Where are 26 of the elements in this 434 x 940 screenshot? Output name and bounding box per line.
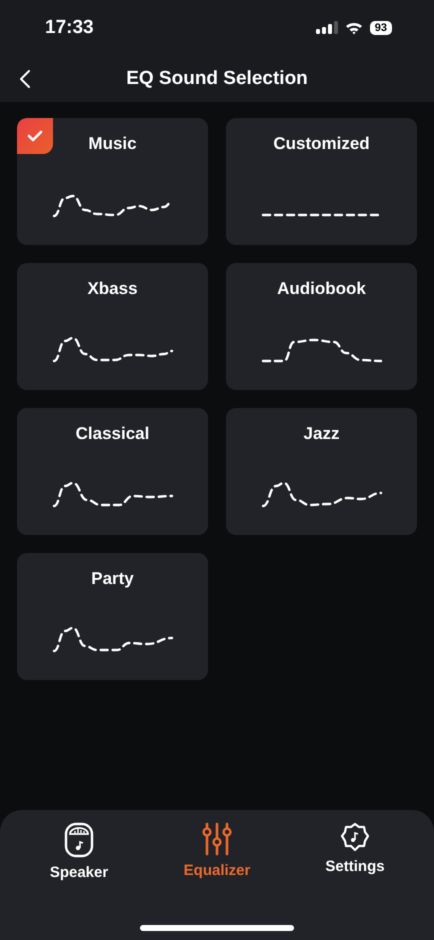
- preset-card[interactable]: Xbass: [17, 263, 208, 390]
- status-time: 17:33: [45, 17, 94, 39]
- preset-name: Party: [91, 569, 134, 589]
- preset-card[interactable]: Customized: [226, 118, 417, 245]
- tab-item[interactable]: Speaker: [24, 822, 134, 881]
- speaker-icon: [64, 822, 94, 858]
- preset-name: Jazz: [304, 424, 340, 444]
- battery-indicator: 93: [370, 21, 392, 35]
- preset-name: Xbass: [87, 279, 138, 299]
- settings-icon: [340, 822, 370, 852]
- preset-name: Audiobook: [277, 279, 366, 299]
- tab-item[interactable]: Equalizer: [162, 822, 272, 881]
- preset-name: Customized: [273, 134, 370, 154]
- preset-card[interactable]: Classical: [17, 408, 208, 535]
- page-title: EQ Sound Selection: [126, 68, 308, 90]
- equalizer-icon: [201, 822, 233, 856]
- tab-item[interactable]: Settings: [300, 822, 410, 881]
- preset-card[interactable]: Audiobook: [226, 263, 417, 390]
- back-icon[interactable]: [19, 69, 31, 89]
- preset-card[interactable]: Party: [17, 553, 208, 680]
- signal-icon: [316, 21, 338, 35]
- preset-card[interactable]: Jazz: [226, 408, 417, 535]
- preset-name: Classical: [76, 424, 150, 444]
- preset-name: Music: [88, 134, 137, 154]
- wifi-icon: [344, 21, 363, 35]
- preset-card[interactable]: Music: [17, 118, 208, 245]
